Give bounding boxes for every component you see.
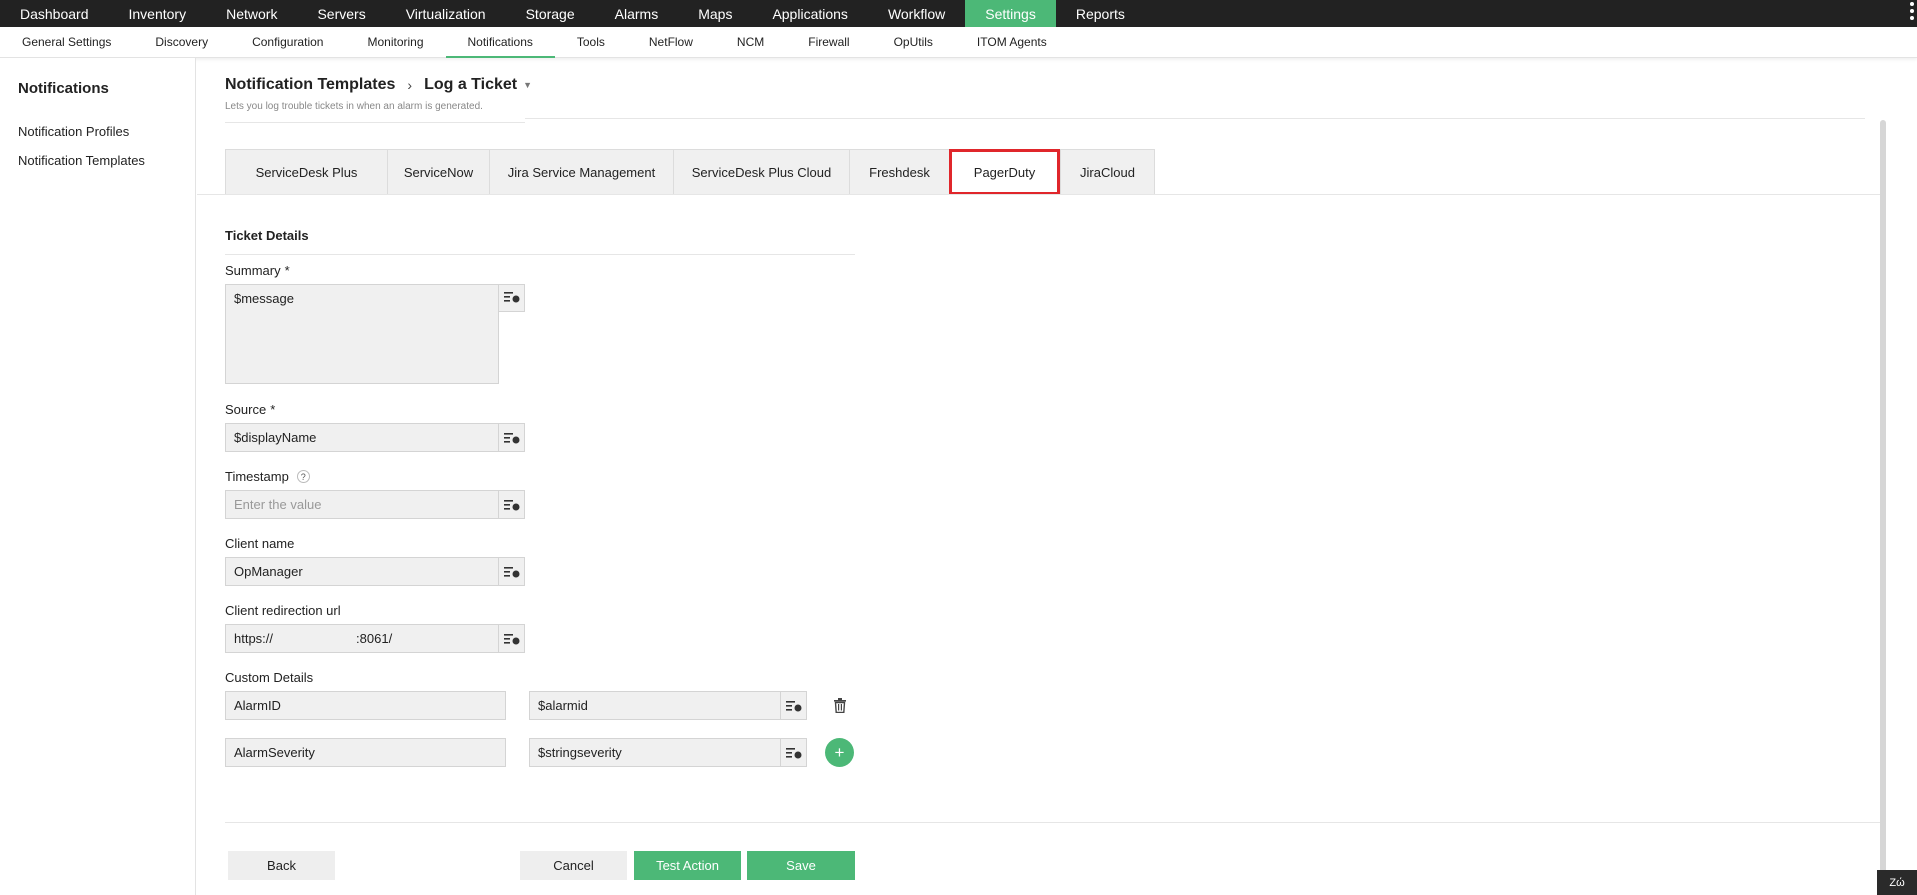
variable-list-icon (503, 633, 519, 644)
variable-list-icon (503, 292, 519, 303)
top-navigation-bar: Dashboard Inventory Network Servers Virt… (0, 0, 1917, 27)
custom-value-input[interactable]: $alarmid (529, 691, 781, 720)
tab-servicedesk-plus-cloud[interactable]: ServiceDesk Plus Cloud (673, 149, 849, 195)
topnav-alarms[interactable]: Alarms (595, 0, 679, 27)
divider (197, 194, 1885, 195)
topnav-inventory[interactable]: Inventory (109, 0, 207, 27)
corner-widget[interactable]: Ζώ (1877, 870, 1917, 895)
subnav-netflow[interactable]: NetFlow (627, 27, 715, 57)
source-label-text: Source (225, 402, 267, 417)
subnav-general-settings[interactable]: General Settings (0, 27, 133, 57)
test-action-button[interactable]: Test Action (634, 851, 741, 880)
source-label: Source * (225, 402, 275, 417)
required-mark: * (270, 402, 276, 417)
divider (225, 822, 1885, 823)
custom-details-label: Custom Details (225, 670, 313, 685)
main-content: Notification Templates › Log a Ticket ▼ … (197, 58, 1917, 895)
settings-sub-navigation: General Settings Discovery Configuration… (0, 27, 1917, 58)
trash-icon[interactable] (833, 698, 847, 718)
subnav-firewall[interactable]: Firewall (786, 27, 871, 57)
topnav-dashboard[interactable]: Dashboard (0, 0, 109, 27)
cancel-button[interactable]: Cancel (520, 851, 627, 880)
client-name-label: Client name (225, 536, 294, 551)
client-url-label-text: Client redirection url (225, 603, 341, 618)
variable-list-icon (785, 747, 801, 758)
summary-textarea[interactable]: $message (225, 284, 499, 384)
save-button[interactable]: Save (747, 851, 855, 880)
tab-jira-service-management[interactable]: Jira Service Management (489, 149, 673, 195)
section-title: Ticket Details (225, 228, 309, 243)
subnav-configuration[interactable]: Configuration (230, 27, 345, 57)
topnav-reports[interactable]: Reports (1056, 0, 1145, 27)
tab-freshdesk[interactable]: Freshdesk (849, 149, 949, 195)
insert-variable-button[interactable] (498, 557, 525, 586)
summary-label-text: Summary (225, 263, 281, 278)
client-url-prefix: https:// (234, 631, 274, 646)
custom-value-input[interactable]: $stringseverity (529, 738, 781, 767)
vertical-scrollbar[interactable] (1880, 120, 1886, 880)
sidebar-item-notification-profiles[interactable]: Notification Profiles (18, 124, 129, 139)
client-url-label: Client redirection url (225, 603, 341, 618)
insert-variable-button[interactable] (498, 284, 525, 312)
custom-key-input[interactable]: AlarmID (225, 691, 506, 720)
variable-list-icon (785, 700, 801, 711)
subnav-monitoring[interactable]: Monitoring (345, 27, 445, 57)
client-url-input[interactable]: https:// :8061/ (225, 624, 499, 653)
required-mark: * (284, 263, 290, 278)
subnav-itom-agents[interactable]: ITOM Agents (955, 27, 1069, 57)
back-button[interactable]: Back (228, 851, 335, 880)
insert-variable-button[interactable] (498, 423, 525, 452)
variable-list-icon (503, 499, 519, 510)
topnav-maps[interactable]: Maps (678, 0, 752, 27)
variable-list-icon (503, 432, 519, 443)
variable-list-icon (503, 566, 519, 577)
timestamp-input[interactable]: Enter the value (225, 490, 499, 519)
client-name-label-text: Client name (225, 536, 295, 551)
sidebar-item-notification-templates[interactable]: Notification Templates (18, 153, 145, 168)
divider (225, 254, 855, 255)
more-options-icon[interactable] (1909, 2, 1915, 20)
insert-variable-button[interactable] (780, 738, 807, 767)
insert-variable-button[interactable] (498, 490, 525, 519)
add-row-button[interactable]: + (825, 738, 854, 767)
summary-label: Summary * (225, 263, 290, 278)
divider (225, 122, 525, 123)
topnav-applications[interactable]: Applications (752, 0, 868, 27)
chevron-down-icon[interactable]: ▼ (523, 80, 532, 90)
divider (525, 118, 1865, 119)
client-url-suffix: :8061/ (356, 631, 393, 646)
topnav-storage[interactable]: Storage (506, 0, 595, 27)
insert-variable-button[interactable] (498, 624, 525, 653)
integration-tabs: ServiceDesk Plus ServiceNow Jira Service… (225, 149, 1155, 195)
timestamp-label: Timestamp ? (225, 469, 310, 484)
topnav-servers[interactable]: Servers (297, 0, 385, 27)
topnav-virtualization[interactable]: Virtualization (386, 0, 506, 27)
source-input[interactable]: $displayName (225, 423, 499, 452)
subnav-tools[interactable]: Tools (555, 27, 627, 57)
timestamp-label-text: Timestamp (225, 469, 289, 484)
tab-jiracloud[interactable]: JiraCloud (1060, 149, 1155, 195)
client-name-input[interactable]: OpManager (225, 557, 499, 586)
tab-servicedesk-plus[interactable]: ServiceDesk Plus (225, 149, 387, 195)
topnav-network[interactable]: Network (206, 0, 297, 27)
topnav-workflow[interactable]: Workflow (868, 0, 965, 27)
subnav-discovery[interactable]: Discovery (133, 27, 230, 57)
chevron-right-icon: › (407, 77, 413, 93)
subnav-ncm[interactable]: NCM (715, 27, 786, 57)
breadcrumb-parent[interactable]: Notification Templates (225, 76, 395, 94)
sidebar-title: Notifications (18, 80, 109, 97)
insert-variable-button[interactable] (780, 691, 807, 720)
page-description: Lets you log trouble tickets in when an … (225, 101, 483, 112)
breadcrumb-current[interactable]: Log a Ticket (424, 76, 517, 94)
tab-pagerduty[interactable]: PagerDuty (949, 149, 1060, 195)
tab-servicenow[interactable]: ServiceNow (387, 149, 489, 195)
topnav-settings[interactable]: Settings (965, 0, 1056, 27)
breadcrumb: Notification Templates › Log a Ticket ▼ (225, 76, 532, 94)
help-icon[interactable]: ? (296, 470, 310, 483)
custom-details-label-text: Custom Details (225, 670, 314, 685)
sidebar: Notifications Notification Profiles Noti… (0, 58, 196, 895)
subnav-oputils[interactable]: OpUtils (872, 27, 955, 57)
subnav-notifications[interactable]: Notifications (445, 27, 556, 58)
custom-key-input[interactable]: AlarmSeverity (225, 738, 506, 767)
